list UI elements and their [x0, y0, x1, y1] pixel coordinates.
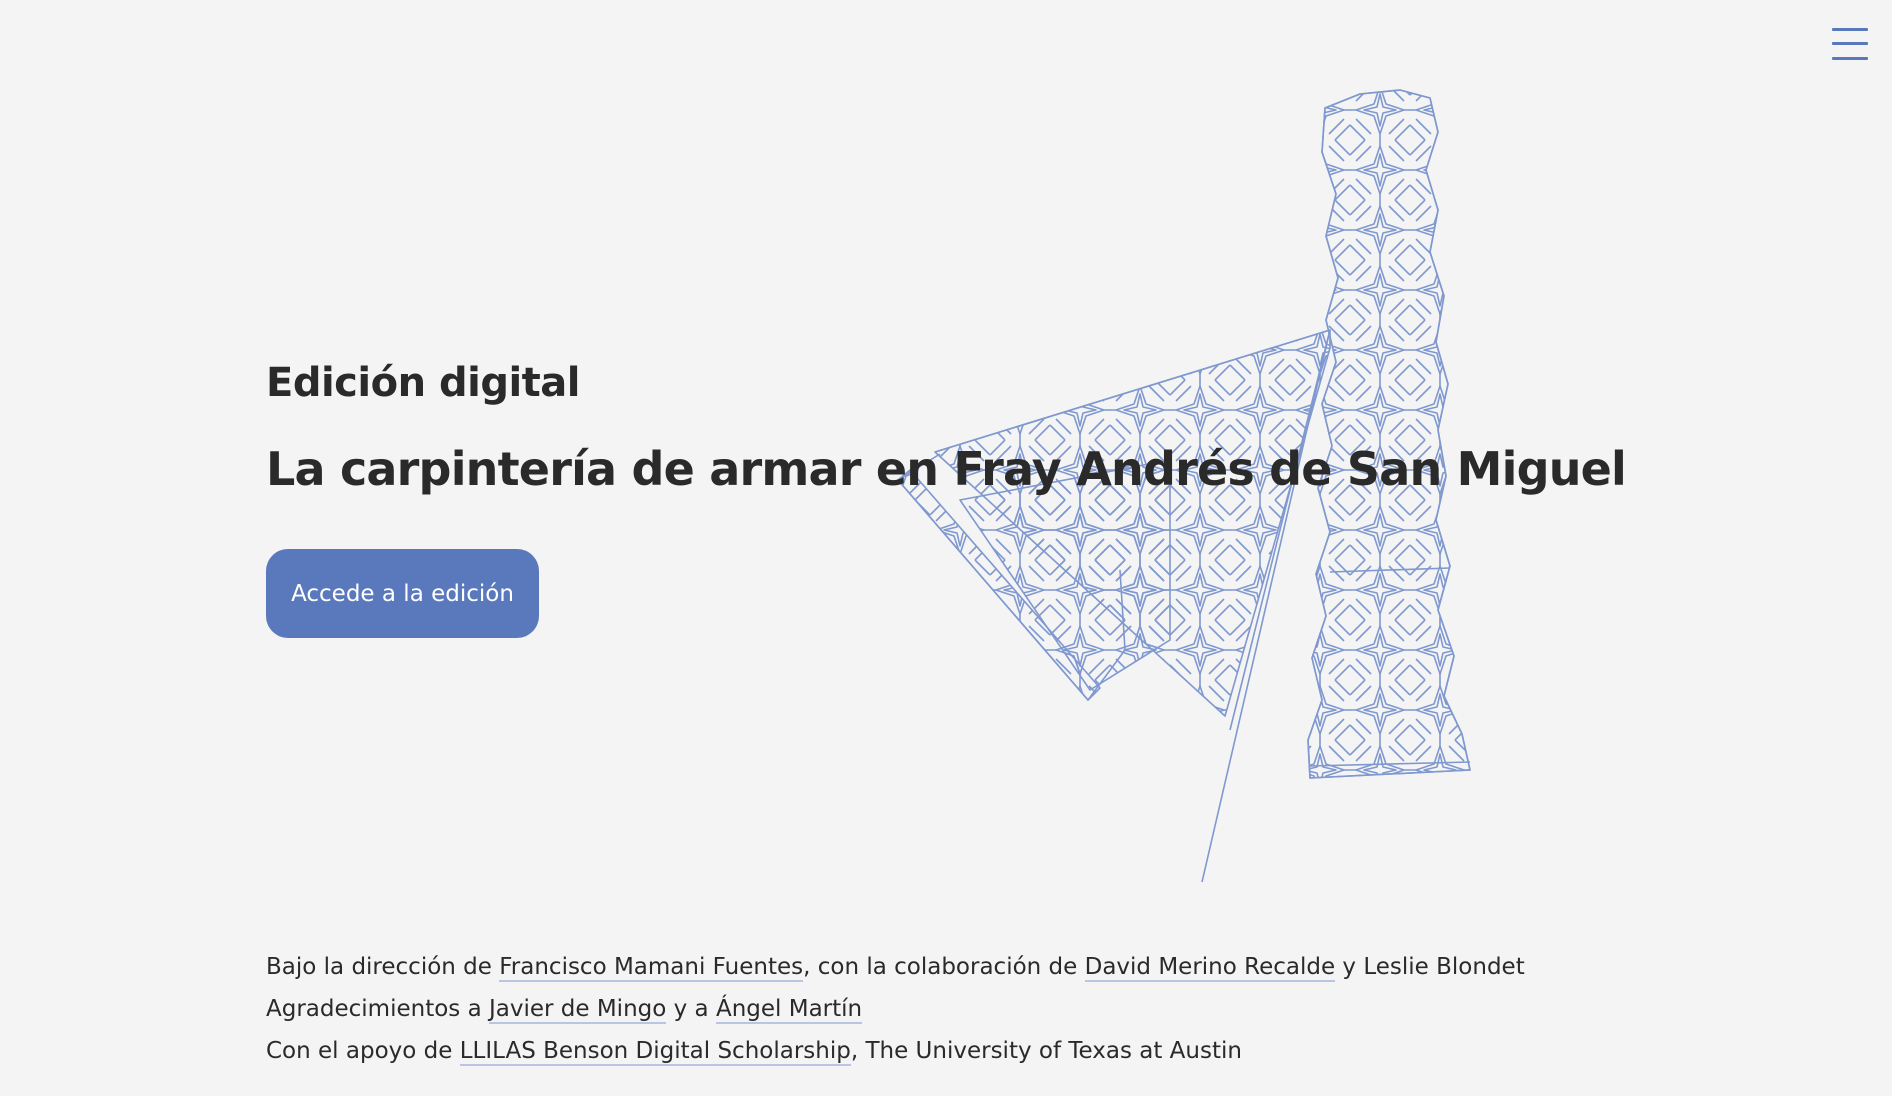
link-javier-de-mingo[interactable]: Javier de Mingo [488, 996, 667, 1024]
hero-eyebrow: Edición digital [266, 360, 580, 406]
credits-line-support: Con el apoyo de LLILAS Benson Digital Sc… [266, 1030, 1525, 1072]
credits-line-thanks: Agradecimientos a Javier de Mingo y a Án… [266, 988, 1525, 1030]
credits-text: Con el apoyo de [266, 1038, 460, 1064]
link-david-merino-recalde[interactable]: David Merino Recalde [1084, 954, 1336, 982]
link-llilas-benson[interactable]: LLILAS Benson Digital Scholarship [459, 1038, 851, 1066]
link-angel-martin[interactable]: Ángel Martín [715, 996, 863, 1024]
credits-text: y a [666, 996, 716, 1022]
credits: Bajo la dirección de Francisco Mamani Fu… [266, 946, 1525, 1072]
credits-text: , The University of Texas at Austin [850, 1038, 1242, 1064]
landing-page: Edición digital La carpintería de armar … [0, 0, 1892, 1096]
credits-text: Agradecimientos a [266, 996, 489, 1022]
hero-text: Edición digital La carpintería de armar … [266, 360, 1627, 496]
credits-line-direction: Bajo la dirección de Francisco Mamani Fu… [266, 946, 1525, 988]
credits-text: , con la colaboración de [803, 954, 1085, 980]
page-title: La carpintería de armar en Fray Andrés d… [266, 442, 1627, 496]
link-francisco-mamani-fuentes[interactable]: Francisco Mamani Fuentes [499, 954, 804, 982]
access-edition-button[interactable]: Accede a la edición [266, 549, 539, 638]
hamburger-menu-icon[interactable] [1832, 26, 1868, 62]
credits-text: Bajo la dirección de [266, 954, 500, 980]
credits-text: y Leslie Blondet [1335, 954, 1525, 980]
